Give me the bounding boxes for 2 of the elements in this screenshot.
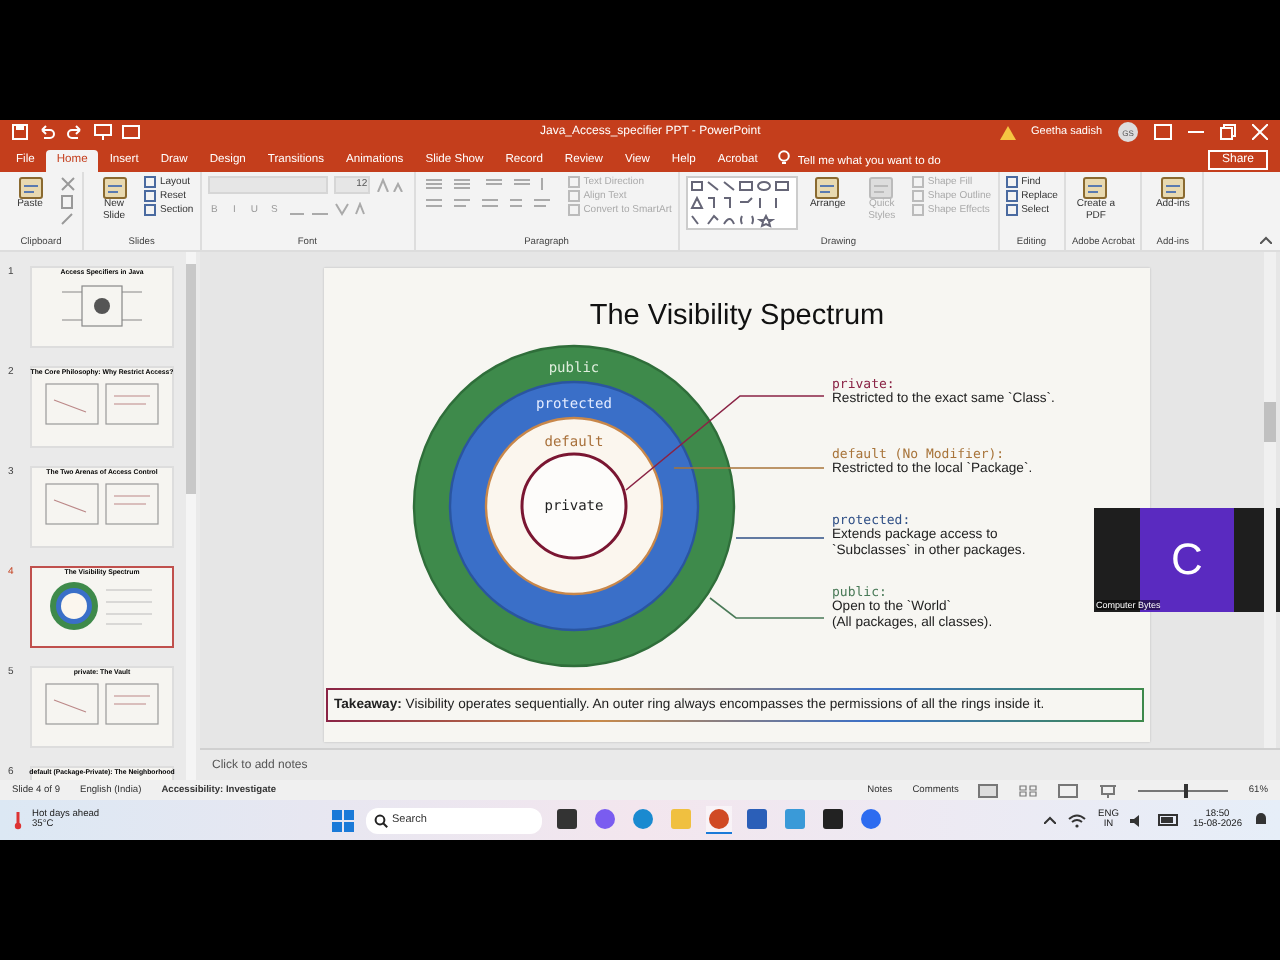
slide-title: The Visibility Spectrum [587, 300, 887, 332]
participant-initial: C [1171, 534, 1203, 586]
